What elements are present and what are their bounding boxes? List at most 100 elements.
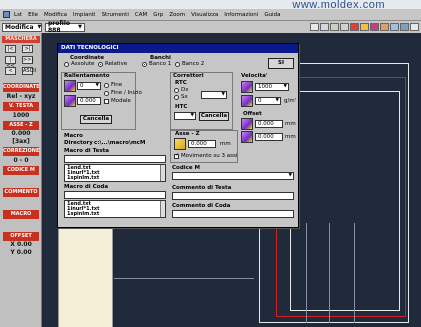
velocita-title: Velocita'	[241, 73, 268, 79]
offset-y-field[interactable]: 0.000	[255, 133, 283, 141]
tool-icon[interactable]	[400, 23, 409, 31]
profile-select[interactable]: profilo 888 ▼	[45, 20, 85, 34]
toolbar-icons	[309, 23, 419, 31]
menu-item-info[interactable]: Informazioni	[224, 12, 258, 18]
codice-m-label: CODICE M	[3, 166, 39, 175]
velocita-combo-2[interactable]: 0	[255, 97, 281, 105]
asse-z-label: ASSE - Z	[3, 121, 39, 130]
velocita-icon-2	[241, 95, 253, 107]
banco-2-label: Banco 2	[182, 61, 205, 67]
htc-combo[interactable]	[174, 112, 196, 120]
mode-select[interactable]: Modifica ▼	[2, 22, 42, 32]
tool-icon[interactable]	[310, 23, 319, 31]
tool-icon[interactable]	[350, 23, 359, 31]
macro-coda-field[interactable]	[64, 191, 166, 199]
profile-select-value: profilo 888	[48, 20, 71, 34]
fine-label: Fine	[111, 82, 123, 88]
menu-item-file[interactable]: Elle	[28, 12, 38, 18]
modale-checkbox[interactable]	[104, 99, 109, 104]
asse-z-field[interactable]: 0.000	[188, 140, 216, 148]
rallentamento-cancella-button[interactable]: Cancella	[80, 115, 112, 124]
codice-m-combo[interactable]	[172, 172, 294, 180]
offset-y-value: Y 0.00	[10, 249, 32, 256]
banco-2-radio[interactable]	[175, 62, 180, 67]
velocita-combo-1[interactable]: 1000	[255, 83, 289, 91]
rallentamento-combo[interactable]: 0	[77, 82, 101, 90]
app-icon	[3, 11, 10, 18]
rtc-sx-radio[interactable]	[174, 95, 179, 100]
correzione-label: CORREZIONE	[3, 147, 40, 156]
menu-item-modifica[interactable]: Modifica	[44, 12, 67, 18]
list-item[interactable]: 1spinIm.txt	[67, 176, 163, 181]
tool-icon[interactable]	[360, 23, 369, 31]
prev-button[interactable]: <	[5, 67, 16, 75]
fine-radio[interactable]	[104, 83, 109, 88]
correzione-value: 0 - 0	[13, 157, 29, 164]
tool-icon[interactable]	[390, 23, 399, 31]
offset-x-value: X 0.00	[10, 241, 32, 248]
assolute-radio[interactable]	[64, 62, 69, 67]
correttori-cancella-button[interactable]: Cancella	[199, 112, 229, 121]
offset-label: OFFSET	[3, 232, 39, 241]
offset-x-unit: mm	[285, 121, 296, 127]
list-item[interactable]: 1spinIm.txt	[67, 212, 163, 217]
relative-radio[interactable]	[98, 62, 103, 67]
offset-x-field[interactable]: 0.000	[255, 120, 283, 128]
commento-coda-title: Commento di Coda	[172, 203, 231, 209]
guide-line	[354, 223, 355, 323]
relative-label: Relative	[105, 61, 128, 67]
rallentamento-title: Rallentamento	[64, 73, 110, 79]
asse-z-mode: [3ax]	[12, 138, 30, 145]
commento-testa-field[interactable]	[172, 192, 294, 200]
rallentamento-field[interactable]: 0.000	[77, 97, 101, 105]
asse-z-icon	[174, 138, 186, 150]
menu-item-visualizza[interactable]: Visualizza	[191, 12, 218, 18]
coordinate-value: Rel - xyz	[6, 93, 36, 100]
movimento-3-assi-checkbox[interactable]	[174, 152, 179, 159]
macro-testa-field[interactable]	[64, 155, 166, 163]
tool-icon[interactable]	[380, 23, 389, 31]
tool-icon[interactable]	[320, 23, 329, 31]
tool-icon[interactable]	[410, 23, 419, 31]
banco-1-radio[interactable]	[142, 62, 147, 67]
offset-y-icon	[241, 131, 253, 143]
velocita-unit: g/m'	[284, 98, 297, 104]
tool-icon[interactable]	[340, 23, 349, 31]
menu-item-zoom[interactable]: Zoom	[169, 12, 185, 18]
fine-inizio-radio[interactable]	[104, 91, 109, 96]
tool-icon[interactable]	[370, 23, 379, 31]
assolute-label: Assolute	[71, 61, 95, 67]
macro-coda-list[interactable]: 1end.txt 1inurl*1.txt 1spinIm.txt	[64, 200, 166, 218]
commento-coda-field[interactable]	[172, 210, 294, 218]
menu-item-strumenti[interactable]: Strumenti	[102, 12, 129, 18]
velocita-label: V. TESTA	[3, 102, 39, 111]
toolbar: Modifica ▼ profilo 888 ▼	[0, 20, 421, 34]
ascii-button[interactable]: ASCII	[22, 67, 36, 75]
fine-inizio-label: Fine / Inizio	[111, 90, 142, 96]
guide-line	[329, 223, 330, 323]
macro-testa-list[interactable]: 1end.txt 1inurl*1.txt 1spinIm.txt	[64, 164, 166, 182]
commento-testa-title: Commento di Testa	[172, 185, 232, 191]
forward-button[interactable]: >>|	[22, 56, 33, 64]
menu-item-impianti[interactable]: Impianti	[73, 12, 96, 18]
menu-item-grp[interactable]: Grp	[153, 12, 163, 18]
last-button[interactable]: >|	[22, 45, 33, 53]
scrollbar[interactable]	[160, 201, 165, 217]
htc-label: HTC	[175, 104, 188, 110]
menu-item-cam[interactable]: CAM	[135, 12, 147, 18]
menu-item-guida[interactable]: Guida	[264, 12, 280, 18]
rtc-sx-label: Sx	[181, 94, 188, 100]
scrollbar[interactable]	[160, 165, 165, 181]
rtc-combo[interactable]	[201, 91, 227, 99]
macro-testa-label: Macro di Testa	[64, 148, 109, 154]
rtc-dx-radio[interactable]	[174, 88, 179, 93]
ok-button[interactable]: SI	[268, 58, 294, 69]
chevron-down-icon: ▼	[78, 24, 82, 30]
menu-item-lst[interactable]: Lst	[14, 12, 22, 18]
coordinate-label: COORDINATE	[3, 83, 40, 92]
rewind-button[interactable]: |<<	[5, 56, 16, 69]
guide-line	[306, 223, 307, 323]
tool-icon[interactable]	[330, 23, 339, 31]
first-button[interactable]: |<	[5, 45, 16, 53]
left-panel: MASCHERA |< >| |<< >>| < ASCII COORDINAT…	[0, 33, 42, 327]
